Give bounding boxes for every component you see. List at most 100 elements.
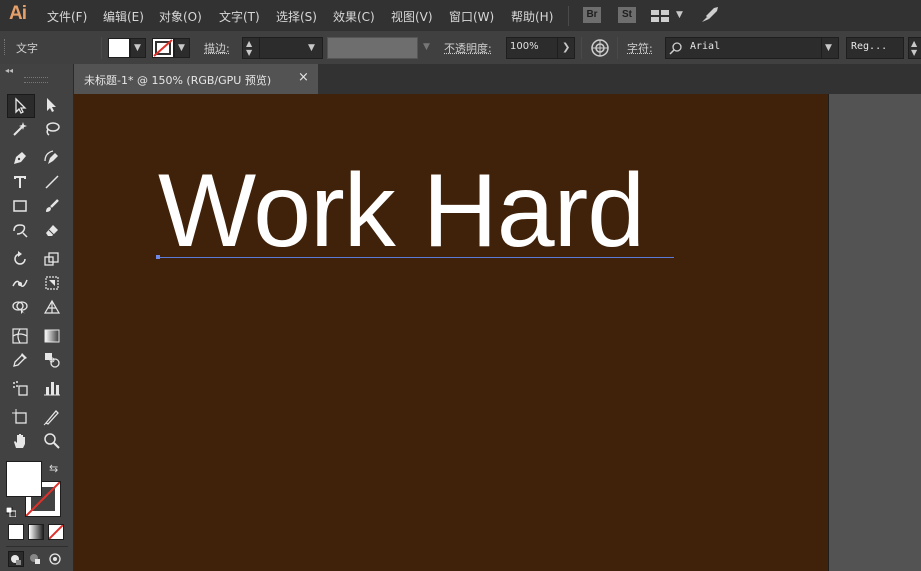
lasso-tool-icon[interactable] — [39, 118, 65, 140]
menu-help[interactable]: 帮助(H) — [511, 8, 553, 25]
stepper-up-icon: ▲ — [246, 39, 252, 48]
gradient-tool-icon[interactable] — [39, 325, 65, 347]
perspective-grid-tool-icon[interactable] — [39, 296, 65, 318]
font-search-icon — [669, 41, 683, 55]
opacity-label[interactable]: 不透明度: — [444, 40, 492, 56]
chevron-right-icon: ❯ — [562, 42, 570, 53]
tools-panel: ◂◂ ⇆ — [0, 64, 74, 571]
opacity-input[interactable]: 100% — [506, 37, 558, 59]
menu-view[interactable]: 视图(V) — [391, 8, 433, 25]
slice-tool-icon[interactable] — [39, 406, 65, 428]
rectangle-tool-icon[interactable] — [7, 195, 33, 217]
artboard-tool-icon[interactable] — [7, 406, 33, 428]
workspace-chevron-down-icon[interactable]: ▼ — [676, 10, 683, 20]
control-bar: 文字 ▼ ▼ 描边: ▲ ▼ ▼ ▼ 不透明度: 100% ❯ 字符: Aria… — [0, 31, 921, 65]
curvature-tool-icon[interactable] — [39, 147, 65, 169]
font-style-value: Reg... — [851, 41, 887, 52]
zoom-tool-icon[interactable] — [39, 430, 65, 452]
selection-type-label: 文字 — [16, 40, 38, 56]
menu-divider — [568, 6, 569, 26]
color-mode-icon[interactable] — [8, 524, 24, 540]
menu-type[interactable]: 文字(T) — [219, 8, 260, 25]
chevron-down-icon: ▼ — [825, 43, 832, 53]
menu-edit[interactable]: 编辑(E) — [103, 8, 144, 25]
chevron-down-icon: ▼ — [134, 43, 141, 53]
paintbrush-tool-icon[interactable] — [39, 195, 65, 217]
stock-button[interactable]: St — [618, 7, 636, 23]
none-mode-icon[interactable] — [48, 524, 64, 540]
mesh-tool-icon[interactable] — [7, 325, 33, 347]
stepper-down-icon: ▼ — [911, 48, 917, 57]
magic-wand-tool-icon[interactable] — [7, 118, 33, 140]
draw-modes-row — [6, 546, 68, 567]
control-divider — [101, 37, 102, 59]
font-size-stepper[interactable]: ▲ ▼ — [908, 37, 921, 59]
artboard-text[interactable]: Work Hard — [158, 159, 644, 263]
document-tab-title: 未标题-1* @ 150% (RGB/GPU 预览) — [84, 72, 271, 88]
menu-select[interactable]: 选择(S) — [276, 8, 317, 25]
shape-builder-tool-icon[interactable] — [7, 296, 33, 318]
menu-effect[interactable]: 效果(C) — [333, 8, 375, 25]
close-tab-icon[interactable]: × — [298, 70, 309, 85]
font-family-value: Arial — [690, 41, 720, 52]
fill-color-swatch-front[interactable] — [6, 461, 42, 497]
fill-dropdown[interactable]: ▼ — [130, 38, 146, 58]
eyedropper-tool-icon[interactable] — [7, 349, 33, 371]
blend-tool-icon[interactable] — [39, 349, 65, 371]
menu-bar: Ai 文件(F) 编辑(E) 对象(O) 文字(T) 选择(S) 效果(C) 视… — [0, 0, 921, 31]
text-baseline-selection — [158, 257, 674, 258]
draw-behind-icon[interactable] — [28, 551, 42, 565]
fill-swatch[interactable] — [108, 38, 130, 58]
stroke-label[interactable]: 描边: — [204, 40, 230, 56]
font-family-input[interactable]: Arial — [665, 37, 823, 59]
stepper-down-icon: ▼ — [246, 48, 252, 57]
line-segment-tool-icon[interactable] — [39, 171, 65, 193]
width-tool-icon[interactable] — [7, 272, 33, 294]
shaper-tool-icon[interactable] — [7, 219, 33, 241]
collapse-panel-icon[interactable]: ◂◂ — [5, 66, 13, 75]
pen-tool-icon[interactable] — [7, 147, 33, 169]
scale-tool-icon[interactable] — [39, 248, 65, 270]
menu-window[interactable]: 窗口(W) — [449, 8, 494, 25]
control-divider — [617, 37, 618, 59]
document-tab[interactable]: 未标题-1* @ 150% (RGB/GPU 预览) × — [74, 64, 318, 94]
recolor-artwork-icon[interactable] — [590, 38, 610, 58]
column-graph-tool-icon[interactable] — [39, 377, 65, 399]
symbol-sprayer-tool-icon[interactable] — [7, 377, 33, 399]
opacity-value: 100% — [510, 41, 539, 52]
selection-tool-icon[interactable] — [7, 94, 35, 118]
stroke-dropdown[interactable]: ▼ — [174, 38, 190, 58]
draw-normal-icon[interactable] — [8, 551, 24, 567]
font-style-input[interactable]: Reg... — [846, 37, 904, 59]
workspace-layout-icon[interactable] — [650, 8, 670, 22]
eraser-tool-icon[interactable] — [39, 219, 65, 241]
gradient-mode-icon[interactable] — [28, 524, 44, 540]
artboard-edge — [828, 94, 829, 571]
default-fill-stroke-icon[interactable] — [6, 502, 16, 512]
menu-object[interactable]: 对象(O) — [159, 8, 202, 25]
control-bar-grip[interactable] — [4, 39, 7, 55]
panel-grip[interactable] — [24, 77, 48, 83]
rotate-tool-icon[interactable] — [7, 248, 33, 270]
menu-file[interactable]: 文件(F) — [47, 8, 87, 25]
profile-chevron-down-icon[interactable]: ▼ — [423, 42, 430, 52]
opacity-flyout-button[interactable]: ❯ — [557, 37, 575, 59]
variable-width-profile[interactable] — [327, 37, 418, 59]
direct-selection-tool-icon[interactable] — [39, 94, 65, 116]
text-anchor-point[interactable] — [156, 255, 160, 259]
rocket-icon[interactable] — [700, 6, 720, 24]
hand-tool-icon[interactable] — [7, 430, 33, 452]
free-transform-tool-icon[interactable] — [39, 272, 65, 294]
stepper-up-icon: ▲ — [911, 39, 917, 48]
draw-inside-icon[interactable] — [48, 551, 62, 565]
stroke-swatch[interactable] — [152, 38, 174, 58]
stroke-weight-stepper[interactable]: ▲ ▼ — [242, 37, 260, 59]
swap-fill-stroke-icon[interactable]: ⇆ — [49, 462, 58, 475]
app-logo: Ai — [9, 3, 26, 25]
font-family-dropdown[interactable]: ▼ — [821, 37, 839, 59]
stroke-weight-input[interactable]: ▼ — [259, 37, 323, 59]
type-tool-icon[interactable] — [7, 171, 33, 193]
control-divider — [581, 37, 582, 59]
bridge-button[interactable]: Br — [583, 7, 601, 23]
character-label[interactable]: 字符: — [627, 40, 653, 56]
